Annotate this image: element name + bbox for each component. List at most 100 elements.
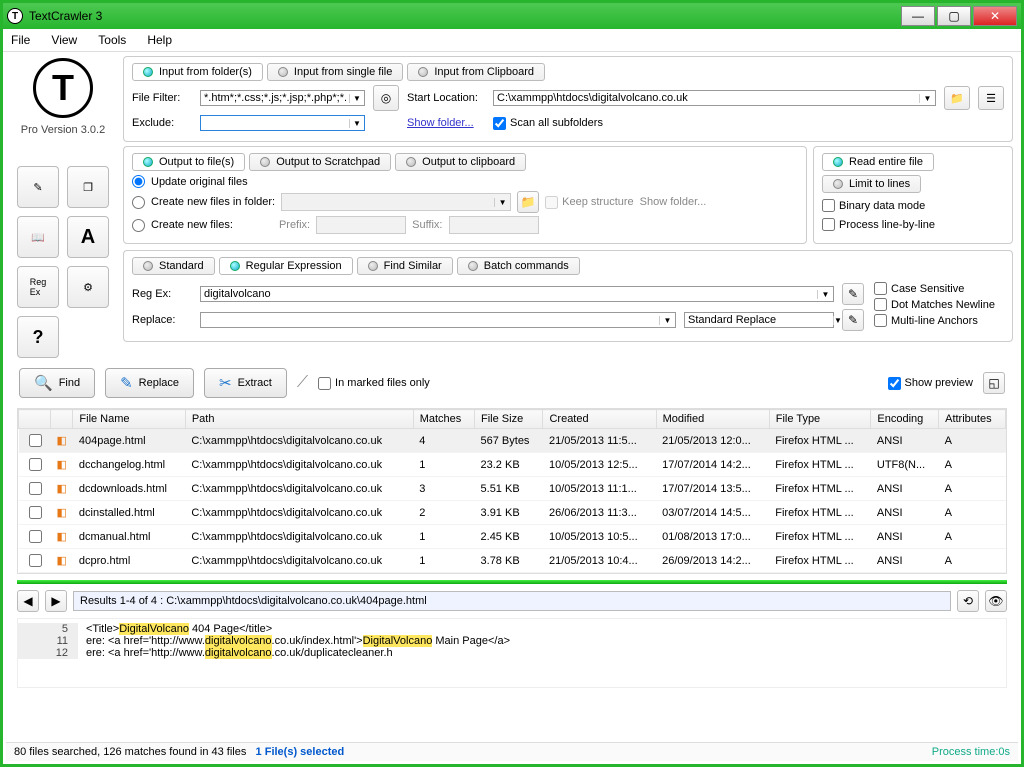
col-modified[interactable]: Modified <box>656 410 769 429</box>
radio-label: Create new files: <box>151 219 233 231</box>
marked-files-checkbox[interactable]: In marked files only <box>318 377 430 390</box>
show-preview-checkbox[interactable]: Show preview <box>888 377 973 390</box>
find-button[interactable]: 🔍Find <box>19 368 95 398</box>
file-filter-input[interactable]: ▼ <box>200 90 365 106</box>
radio-create-new[interactable]: Create new files: Prefix: Suffix: <box>132 216 798 234</box>
tab-regex[interactable]: Regular Expression <box>219 257 353 275</box>
suffix-input[interactable] <box>449 216 539 234</box>
keep-structure-checkbox[interactable]: Keep structure <box>545 196 634 209</box>
tool-help-button[interactable]: ? <box>17 316 59 358</box>
prefix-input[interactable] <box>316 216 406 234</box>
tool-windows-button[interactable]: ❐ <box>67 166 109 208</box>
col-attributes[interactable]: Attributes <box>939 410 1006 429</box>
tool-book-button[interactable]: 📖 <box>17 216 59 258</box>
replace-input[interactable]: ▼ <box>200 312 676 328</box>
expand-button[interactable]: ◱ <box>983 372 1005 394</box>
find-in-results-button[interactable]: 👁 <box>985 590 1007 612</box>
tab-similar[interactable]: Find Similar <box>357 257 453 275</box>
menu-help[interactable]: Help <box>147 33 172 47</box>
prev-result-button[interactable]: ◀ <box>17 590 39 612</box>
radio-update-original[interactable]: Update original files <box>132 175 798 188</box>
col-filetype[interactable]: File Type <box>769 410 871 429</box>
show-folder-text: Show folder... <box>640 196 707 208</box>
radio-create-in-folder[interactable]: Create new files in folder: ▼ 📁 Keep str… <box>132 191 798 213</box>
tree-icon: ☰ <box>986 92 996 105</box>
table-row[interactable]: ◧ dcinstalled.htmlC:\xammpp\htdocs\digit… <box>19 501 1006 525</box>
pencil-icon: ✎ <box>33 181 42 194</box>
row-checkbox[interactable] <box>29 530 42 543</box>
line-mode-checkbox[interactable]: Process line-by-line <box>822 218 1004 231</box>
menu-file[interactable]: File <box>11 33 30 47</box>
scan-subfolders-checkbox[interactable]: Scan all subfolders <box>493 117 603 130</box>
radio-dot-icon <box>143 67 153 77</box>
col-encoding[interactable]: Encoding <box>871 410 939 429</box>
tab-output-clipboard[interactable]: Output to clipboard <box>395 153 526 171</box>
dot-newline-checkbox[interactable]: Dot Matches Newline <box>874 298 1004 311</box>
folder-path-input[interactable]: ▼ <box>281 193 511 211</box>
start-location-input[interactable]: ▼ <box>493 90 936 106</box>
browse-button[interactable]: 📁 <box>517 191 539 213</box>
row-checkbox[interactable] <box>29 482 42 495</box>
table-row[interactable]: ◧ dcpro.htmlC:\xammpp\htdocs\digitalvolc… <box>19 549 1006 573</box>
maximize-button[interactable]: ▢ <box>937 6 971 26</box>
checkbox-label: Dot Matches Newline <box>891 299 995 311</box>
tab-read-entire[interactable]: Read entire file <box>822 153 934 171</box>
row-checkbox[interactable] <box>29 434 42 447</box>
menu-view[interactable]: View <box>51 33 77 47</box>
col-filesize[interactable]: File Size <box>475 410 543 429</box>
status-time: Process time:0s <box>932 746 1010 758</box>
minimize-button[interactable]: — <box>901 6 935 26</box>
tree-button[interactable]: ☰ <box>978 86 1004 110</box>
extract-button[interactable]: ✂Extract <box>204 368 287 398</box>
menu-tools[interactable]: Tools <box>98 33 126 47</box>
tool-font-button[interactable]: A <box>67 216 109 258</box>
col-path[interactable]: Path <box>185 410 413 429</box>
regex-input[interactable]: ▼ <box>200 286 834 302</box>
tool-regex-button[interactable]: Reg Ex <box>17 266 59 308</box>
status-selected: 1 File(s) selected <box>256 746 345 758</box>
binary-mode-checkbox[interactable]: Binary data mode <box>822 199 1004 212</box>
tab-standard[interactable]: Standard <box>132 257 215 275</box>
col-filename[interactable]: File Name <box>73 410 185 429</box>
refresh-button[interactable]: ⟲ <box>957 590 979 612</box>
code-preview: 5<Title>DigitalVolcano 404 Page</title>1… <box>17 618 1007 688</box>
browse-folder-button[interactable]: 📁 <box>944 86 970 110</box>
col-created[interactable]: Created <box>543 410 656 429</box>
tab-output-scratch[interactable]: Output to Scratchpad <box>249 153 391 171</box>
table-row[interactable]: ◧ 404page.htmlC:\xammpp\htdocs\digitalvo… <box>19 429 1006 453</box>
checkbox-label: Case Sensitive <box>891 283 964 295</box>
col-matches[interactable]: Matches <box>413 410 474 429</box>
show-folder-link[interactable]: Show folder... <box>407 117 485 129</box>
tool-settings-button[interactable]: ⚙ <box>67 266 109 308</box>
radio-dot-icon <box>260 157 270 167</box>
row-checkbox[interactable] <box>29 458 42 471</box>
multiline-checkbox[interactable]: Multi-line Anchors <box>874 314 1004 327</box>
replace-edit-button[interactable]: ✎ <box>842 309 864 331</box>
tab-label: Standard <box>159 260 204 272</box>
replace-button[interactable]: ✎Replace <box>105 368 194 398</box>
case-sensitive-checkbox[interactable]: Case Sensitive <box>874 282 1004 295</box>
menubar: File View Tools Help <box>3 29 1021 52</box>
start-location-label: Start Location: <box>407 92 485 104</box>
next-result-button[interactable]: ▶ <box>45 590 67 612</box>
exclude-input[interactable]: ▼ <box>200 115 365 131</box>
checkbox-label: Keep structure <box>562 196 634 208</box>
close-button[interactable]: ✕ <box>973 6 1017 26</box>
table-row[interactable]: ◧ dcchangelog.htmlC:\xammpp\htdocs\digit… <box>19 453 1006 477</box>
checkbox-label: Scan all subfolders <box>510 117 603 129</box>
tab-input-clipboard[interactable]: Input from Clipboard <box>407 63 545 81</box>
tool-edit-button[interactable]: ✎ <box>17 166 59 208</box>
tab-input-folders[interactable]: Input from folder(s) <box>132 63 263 81</box>
table-row[interactable]: ◧ dcmanual.htmlC:\xammpp\htdocs\digitalv… <box>19 525 1006 549</box>
tab-batch[interactable]: Batch commands <box>457 257 580 275</box>
tab-label: Input from single file <box>294 66 392 78</box>
regex-edit-button[interactable]: ✎ <box>842 283 864 305</box>
table-row[interactable]: ◧ dcdownloads.htmlC:\xammpp\htdocs\digit… <box>19 477 1006 501</box>
row-checkbox[interactable] <box>29 554 42 567</box>
tab-read-limit[interactable]: Limit to lines <box>822 175 921 193</box>
replace-mode-select[interactable]: ▼ <box>684 312 834 328</box>
target-button[interactable]: ◎ <box>373 85 399 111</box>
tab-input-single[interactable]: Input from single file <box>267 63 403 81</box>
row-checkbox[interactable] <box>29 506 42 519</box>
tab-output-files[interactable]: Output to file(s) <box>132 153 245 171</box>
